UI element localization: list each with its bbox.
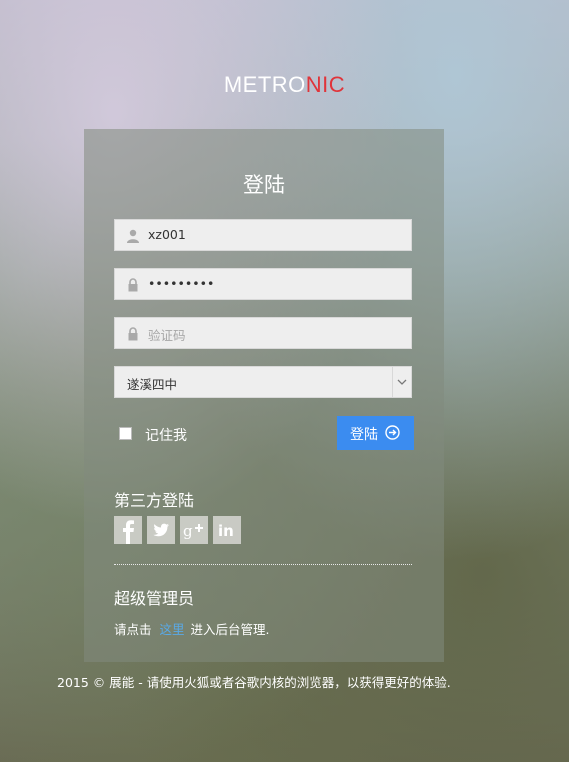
lock-icon (126, 277, 140, 292)
password-value: ••••••••• (148, 276, 215, 291)
school-select[interactable]: 遂溪四中 (114, 366, 412, 398)
logo: METRONIC (0, 72, 569, 98)
linkedin-icon[interactable]: in (213, 516, 241, 544)
third-party-title: 第三方登陆 (114, 491, 195, 510)
svg-text:in: in (218, 522, 234, 540)
divider (114, 564, 412, 565)
twitter-icon[interactable] (147, 516, 175, 544)
admin-suffix: 进入后台管理. (190, 622, 270, 637)
logo-metro: METRO (223, 72, 306, 97)
svg-text:g: g (183, 522, 193, 540)
facebook-icon[interactable] (114, 516, 142, 544)
admin-link[interactable]: 这里 (160, 622, 185, 637)
school-selected: 遂溪四中 (127, 377, 178, 392)
googleplus-icon[interactable]: g (180, 516, 208, 544)
admin-title: 超级管理员 (114, 589, 195, 608)
username-value: xz001 (148, 227, 186, 242)
password-field[interactable]: ••••••••• (114, 268, 412, 300)
captcha-field[interactable]: 验证码 (114, 317, 412, 349)
logo-nic: NIC (305, 72, 346, 97)
remember-label: 记住我 (145, 428, 187, 444)
login-panel: 登陆 xz001 ••••••••• 验证码 遂溪四中 记住我 登陆 第三方登陆… (84, 129, 444, 662)
arrow-right-circle-icon (385, 425, 400, 440)
footer-copyright: 2015 © 展能 - 请使用火狐或者谷歌内核的浏览器，以获得更好的体验. (57, 675, 451, 690)
lock-icon (126, 326, 140, 341)
admin-instruction: 请点击 这里 进入后台管理. (114, 619, 270, 638)
remember-checkbox[interactable] (119, 427, 132, 440)
username-field[interactable]: xz001 (114, 219, 412, 251)
user-icon (126, 228, 140, 243)
chevron-down-icon[interactable] (392, 367, 411, 397)
login-button-label: 登陆 (350, 427, 378, 443)
login-button[interactable]: 登陆 (337, 416, 414, 450)
captcha-placeholder: 验证码 (148, 328, 186, 343)
login-title: 登陆 (243, 173, 285, 197)
admin-prefix: 请点击 (114, 622, 152, 637)
